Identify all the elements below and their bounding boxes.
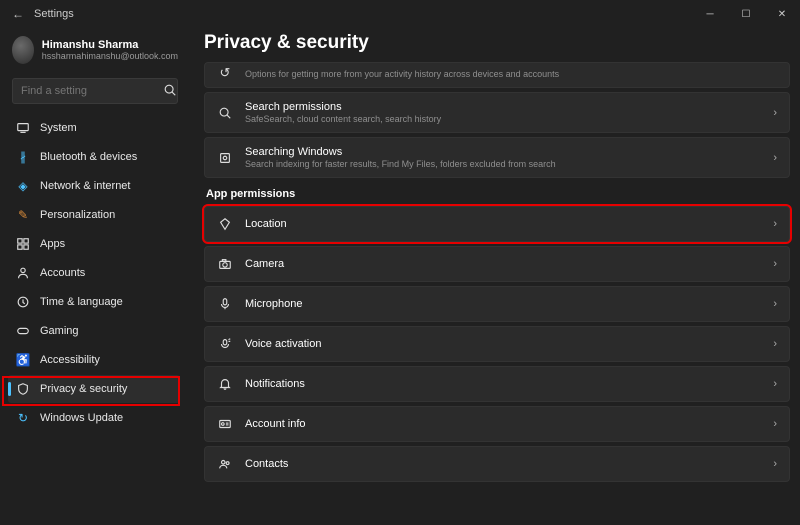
nav-personalization[interactable]: ✎ Personalization: [8, 201, 180, 229]
card-title: Camera: [245, 258, 761, 270]
back-button[interactable]: ←: [10, 7, 26, 21]
nav-bluetooth[interactable]: ∦ Bluetooth & devices: [8, 143, 180, 171]
chevron-right-icon: ›: [773, 338, 777, 350]
contacts-icon: [217, 456, 233, 472]
person-icon: [16, 266, 30, 280]
card-title: Notifications: [245, 378, 761, 390]
search-icon: [217, 105, 233, 121]
card-sub: Search indexing for faster results, Find…: [245, 159, 761, 169]
card-searching-windows[interactable]: Searching Windows Search indexing for fa…: [204, 137, 790, 178]
profile-name: Himanshu Sharma: [42, 39, 178, 51]
nav-network[interactable]: ◈ Network & internet: [8, 172, 180, 200]
chevron-right-icon: ›: [773, 218, 777, 230]
card-camera[interactable]: Camera ›: [204, 246, 790, 282]
card-account-info[interactable]: Account info ›: [204, 406, 790, 442]
page-title: Privacy & security: [204, 32, 790, 54]
chevron-right-icon: ›: [773, 418, 777, 430]
voice-icon: [217, 336, 233, 352]
card-title: Searching Windows: [245, 146, 761, 158]
close-button[interactable]: ✕: [764, 0, 800, 28]
nav-label: Accessibility: [40, 354, 100, 366]
system-icon: [16, 121, 30, 135]
index-icon: [217, 150, 233, 166]
window-title: Settings: [34, 8, 692, 20]
nav-label: Gaming: [40, 325, 79, 337]
nav-label: Apps: [40, 238, 65, 250]
brush-icon: ✎: [16, 208, 30, 222]
card-title: Search permissions: [245, 101, 761, 113]
search-icon: [163, 83, 177, 100]
chevron-right-icon: ›: [773, 298, 777, 310]
card-voice-activation[interactable]: Voice activation ›: [204, 326, 790, 362]
nav-label: Privacy & security: [40, 383, 127, 395]
card-title: Voice activation: [245, 338, 761, 350]
nav-label: Personalization: [40, 209, 115, 221]
maximize-button[interactable]: ☐: [728, 0, 764, 28]
card-activity-history[interactable]: ↺ Options for getting more from your act…: [204, 62, 790, 88]
location-icon: [217, 216, 233, 232]
sidebar: Himanshu Sharma hssharmahimanshu@outlook…: [0, 28, 186, 525]
main-content: Privacy & security ↺ Options for getting…: [186, 28, 800, 525]
card-search-permissions[interactable]: Search permissions SafeSearch, cloud con…: [204, 92, 790, 133]
chevron-right-icon: ›: [773, 152, 777, 164]
card-title: Microphone: [245, 298, 761, 310]
nav-label: Network & internet: [40, 180, 130, 192]
nav-accounts[interactable]: Accounts: [8, 259, 180, 287]
card-sub: SafeSearch, cloud content search, search…: [245, 114, 761, 124]
section-app-permissions: App permissions: [206, 188, 790, 200]
accessibility-icon: ♿: [16, 353, 30, 367]
nav-apps[interactable]: Apps: [8, 230, 180, 258]
card-title: Account info: [245, 418, 761, 430]
nav-list: System ∦ Bluetooth & devices ◈ Network &…: [8, 114, 180, 432]
nav-accessibility[interactable]: ♿ Accessibility: [8, 346, 180, 374]
wifi-icon: ◈: [16, 179, 30, 193]
nav-label: Bluetooth & devices: [40, 151, 137, 163]
titlebar: ← Settings ─ ☐ ✕: [0, 0, 800, 28]
nav-system[interactable]: System: [8, 114, 180, 142]
clock-icon: [16, 295, 30, 309]
nav-windows-update[interactable]: ↻ Windows Update: [8, 404, 180, 432]
card-icon: [217, 416, 233, 432]
chevron-right-icon: ›: [773, 107, 777, 119]
card-title: Location: [245, 218, 761, 230]
bell-icon: [217, 376, 233, 392]
nav-label: System: [40, 122, 77, 134]
chevron-right-icon: ›: [773, 458, 777, 470]
nav-label: Windows Update: [40, 412, 123, 424]
nav-gaming[interactable]: Gaming: [8, 317, 180, 345]
profile-block[interactable]: Himanshu Sharma hssharmahimanshu@outlook…: [8, 32, 182, 72]
bluetooth-icon: ∦: [16, 150, 30, 164]
minimize-button[interactable]: ─: [692, 0, 728, 28]
nav-privacy-security[interactable]: Privacy & security: [8, 375, 180, 403]
chevron-right-icon: ›: [773, 378, 777, 390]
game-icon: [16, 324, 30, 338]
nav-time[interactable]: Time & language: [8, 288, 180, 316]
settings-window: ← Settings ─ ☐ ✕ Himanshu Sharma hssharm…: [0, 0, 800, 525]
camera-icon: [217, 256, 233, 272]
card-sub: Options for getting more from your activ…: [245, 69, 777, 79]
shield-icon: [16, 382, 30, 396]
nav-label: Time & language: [40, 296, 123, 308]
microphone-icon: [217, 296, 233, 312]
update-icon: ↻: [16, 411, 30, 425]
avatar: [12, 36, 34, 64]
profile-email: hssharmahimanshu@outlook.com: [42, 51, 178, 61]
history-icon: ↺: [217, 65, 233, 81]
card-location[interactable]: Location ›: [204, 206, 790, 242]
card-contacts[interactable]: Contacts ›: [204, 446, 790, 482]
search-box[interactable]: [12, 78, 178, 104]
search-input[interactable]: [21, 85, 163, 97]
card-notifications[interactable]: Notifications ›: [204, 366, 790, 402]
nav-label: Accounts: [40, 267, 85, 279]
apps-icon: [16, 237, 30, 251]
card-title: Contacts: [245, 458, 761, 470]
card-microphone[interactable]: Microphone ›: [204, 286, 790, 322]
chevron-right-icon: ›: [773, 258, 777, 270]
